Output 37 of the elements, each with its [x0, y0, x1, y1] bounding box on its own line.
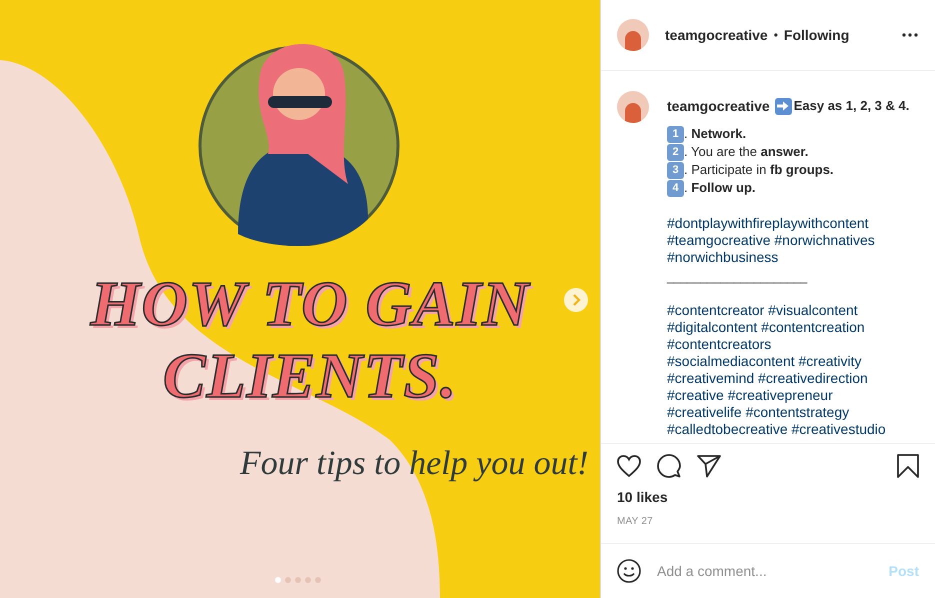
- hashtag-link[interactable]: #creative #creativepreneur: [667, 387, 910, 404]
- hashtag-link[interactable]: #contentcreators: [667, 336, 910, 353]
- likes-count[interactable]: 10 likes: [617, 487, 919, 508]
- avatar[interactable]: [617, 91, 649, 123]
- caption-divider: _____________________: [667, 270, 808, 284]
- separator-dot: •: [774, 27, 778, 44]
- hashtag-link[interactable]: #contentcreator #visualcontent: [667, 302, 910, 319]
- caption-text: . Network.: [684, 125, 746, 143]
- username-link[interactable]: teamgocreative: [665, 24, 768, 46]
- hashtag-link[interactable]: #norwichbusiness: [667, 249, 910, 266]
- slide-subtitle: Four tips to help you out!: [240, 444, 588, 484]
- comment-icon[interactable]: [657, 454, 681, 478]
- number-key-icon: 3: [667, 162, 684, 178]
- caption-text: Easy as 1, 2, 3 & 4.: [794, 97, 910, 115]
- number-key-icon: 1: [667, 126, 684, 142]
- caption-text: . You are the answer.: [684, 143, 808, 161]
- more-options-icon[interactable]: [902, 33, 918, 37]
- hashtag-link[interactable]: #socialmediacontent #creativity: [667, 353, 910, 370]
- number-key-icon: 2: [667, 144, 684, 160]
- hashtag-link[interactable]: #creativelife #contentstrategy: [667, 404, 910, 421]
- emoji-icon[interactable]: [617, 559, 641, 583]
- username-link[interactable]: teamgocreative: [667, 97, 770, 115]
- hashtag-link[interactable]: #creativemind #creativedirection: [667, 370, 910, 387]
- hashtag-link[interactable]: #teamgocreative #norwichnatives: [667, 232, 910, 249]
- number-key-icon: 4: [667, 180, 684, 196]
- arrow-right-icon: [774, 98, 792, 114]
- send-icon[interactable]: [697, 454, 721, 478]
- hashtag-link[interactable]: #calledtobecreative #creativestudio: [667, 421, 910, 438]
- heart-icon[interactable]: [617, 455, 641, 477]
- avatar[interactable]: [617, 19, 649, 51]
- hashtag-link[interactable]: #digitalcontent #contentcreation: [667, 319, 910, 336]
- chevron-right-icon: [571, 294, 581, 306]
- bookmark-icon[interactable]: [897, 454, 919, 478]
- caption-text: . Participate in fb groups.: [684, 161, 834, 179]
- following-status[interactable]: Following: [784, 24, 850, 46]
- hashtag-link[interactable]: #dontplaywithfireplaywithcontent: [667, 215, 910, 232]
- caption-text: . Follow up.: [684, 179, 756, 197]
